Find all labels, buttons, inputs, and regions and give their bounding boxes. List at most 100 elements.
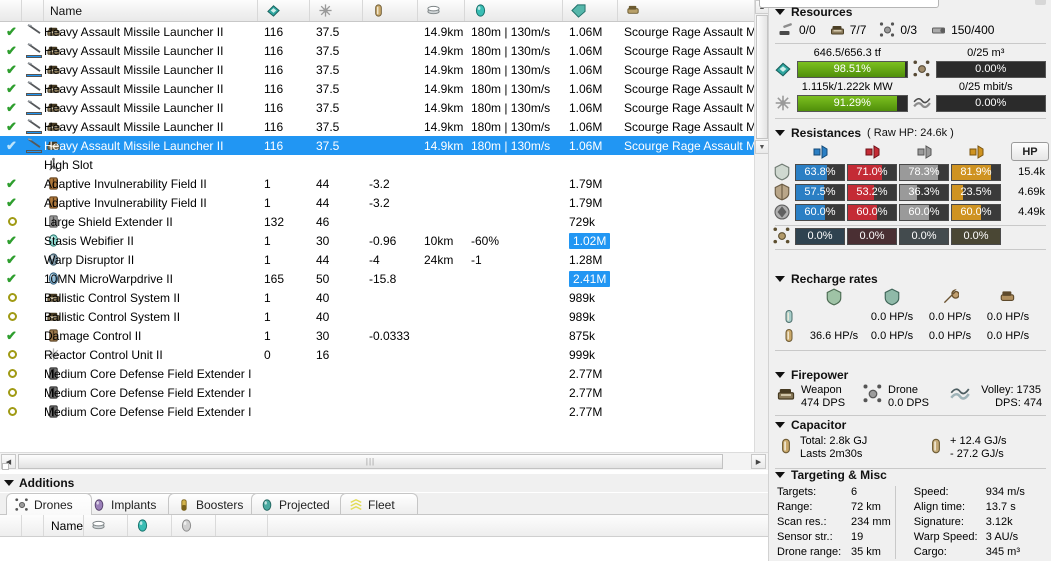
- collapse-triangle-icon[interactable]: [775, 9, 785, 15]
- module-offline-ring-icon[interactable]: [8, 388, 17, 397]
- column-header-label: Name: [50, 3, 83, 18]
- column-header-cpu[interactable]: [258, 0, 310, 21]
- module-active-check-icon[interactable]: ✔: [6, 253, 19, 266]
- module-row[interactable]: High Slot: [0, 155, 768, 174]
- module-active-check-icon[interactable]: ✔: [6, 177, 19, 190]
- horizontal-scroll-thumb[interactable]: |||: [18, 454, 723, 469]
- module-row[interactable]: Large Shield Extender II 132 46 729k: [0, 212, 768, 231]
- module-row[interactable]: ✔ Heavy Assault Missile Launcher II 116 37.…: [0, 98, 768, 117]
- drones-list[interactable]: [0, 537, 768, 561]
- module-active-check-icon[interactable]: ✔: [6, 139, 19, 152]
- module-charge-indicator-icon[interactable]: [26, 62, 42, 77]
- drones-column-header-name[interactable]: Name: [44, 515, 84, 536]
- cell-range: 14.9km: [424, 24, 464, 39]
- module-charge-indicator-icon[interactable]: [26, 81, 42, 96]
- module-offline-ring-icon[interactable]: [8, 369, 17, 378]
- module-charge-indicator-icon[interactable]: [26, 24, 42, 39]
- module-list-vertical-scrollbar[interactable]: ▲ ▼: [754, 0, 769, 452]
- cell-powergrid: 37.5: [316, 24, 340, 39]
- cell-price: 1.28M: [569, 252, 603, 267]
- module-charge-indicator-icon[interactable]: [26, 138, 42, 153]
- module-active-check-icon[interactable]: ✔: [6, 120, 19, 133]
- module-active-check-icon[interactable]: ✔: [6, 63, 19, 76]
- module-row[interactable]: ✔ Adaptive Invulnerability Field II 1 44 -3.…: [0, 193, 768, 212]
- module-charge-indicator-icon[interactable]: [26, 100, 42, 115]
- module-row[interactable]: Ballistic Control System II 1 40 989k: [0, 288, 768, 307]
- resistances-section-header[interactable]: Resistances ( Raw HP: 24.6k ): [769, 126, 1051, 140]
- column-header-capacitor[interactable]: [363, 0, 418, 21]
- module-row[interactable]: ✔ Warp Disruptor II 1 44 -4 24km -1 1.28M: [0, 250, 768, 269]
- capacitor-section-header[interactable]: Capacitor: [769, 418, 1051, 432]
- module-row[interactable]: Medium Core Defense Field Extender I 2.77…: [0, 402, 768, 421]
- module-list[interactable]: ✔ Heavy Assault Missile Launcher II 116 37.…: [0, 22, 768, 452]
- additions-tabbar[interactable]: Drones Implants Boosters Projected Fleet: [0, 493, 768, 515]
- column-header-name[interactable]: Name: [44, 0, 258, 21]
- scroll-down-icon[interactable]: ▼: [755, 140, 769, 154]
- module-row[interactable]: ✔ Stasis Webifier II 1 30 -0.96 10km -60% 1.02M: [0, 231, 768, 250]
- collapse-triangle-icon[interactable]: [775, 130, 785, 136]
- collapse-triangle-icon[interactable]: [775, 276, 785, 282]
- module-offline-ring-icon[interactable]: [8, 217, 17, 226]
- module-list-horizontal-scrollbar[interactable]: ◀ ||| ▶: [0, 452, 768, 470]
- drones-column-header-blank[interactable]: [22, 515, 44, 536]
- module-charge-indicator-icon[interactable]: [26, 43, 42, 58]
- module-offline-ring-icon[interactable]: [8, 407, 17, 416]
- scroll-right-icon[interactable]: ▶: [751, 454, 766, 469]
- collapse-triangle-icon[interactable]: [775, 372, 785, 378]
- column-header-range[interactable]: [418, 0, 465, 21]
- drones-column-header-state[interactable]: [0, 515, 22, 536]
- module-row[interactable]: ✔ Heavy Assault Missile Launcher II 116 37.…: [0, 79, 768, 98]
- module-active-check-icon[interactable]: ✔: [6, 329, 19, 342]
- tab-projected[interactable]: Projected: [251, 493, 349, 515]
- targeting-section-header[interactable]: Targeting & Misc: [769, 468, 1051, 482]
- resources-section-header[interactable]: Resources: [769, 5, 1051, 19]
- column-header-powergrid[interactable]: [310, 0, 363, 21]
- module-offline-ring-icon[interactable]: [8, 293, 17, 302]
- module-row[interactable]: ✔ Heavy Assault Missile Launcher II 116 37.…: [0, 41, 768, 60]
- firepower-section-header[interactable]: Firepower: [769, 368, 1051, 382]
- module-offline-ring-icon[interactable]: [8, 350, 17, 359]
- column-header-falloff[interactable]: [465, 0, 563, 21]
- tab-boosters[interactable]: Boosters: [168, 493, 260, 515]
- module-active-check-icon[interactable]: ✔: [6, 196, 19, 209]
- module-row[interactable]: Reactor Control Unit II 0 16 999k: [0, 345, 768, 364]
- drones-column-header-dps[interactable]: [128, 515, 172, 536]
- module-active-check-icon[interactable]: ✔: [6, 82, 19, 95]
- module-row[interactable]: ✔ Heavy Assault Missile Launcher II 116 37.…: [0, 22, 768, 41]
- module-row[interactable]: ✔ Damage Control II 1 30 -0.0333 875k: [0, 326, 768, 345]
- module-active-check-icon[interactable]: ✔: [6, 234, 19, 247]
- collapse-triangle-icon[interactable]: [775, 422, 785, 428]
- collapse-triangle-icon[interactable]: [775, 472, 785, 478]
- column-header-ammo[interactable]: [618, 0, 768, 21]
- resistance-bar: 63.8%: [795, 163, 845, 181]
- module-active-check-icon[interactable]: ✔: [6, 44, 19, 57]
- column-header-price[interactable]: [563, 0, 618, 21]
- module-row[interactable]: Ballistic Control System II 1 40 989k: [0, 307, 768, 326]
- module-active-check-icon[interactable]: ✔: [6, 272, 19, 285]
- module-active-check-icon[interactable]: ✔: [6, 101, 19, 114]
- column-header-state[interactable]: [0, 0, 22, 21]
- module-row[interactable]: ✔ Adaptive Invulnerability Field II 1 44 -3.…: [0, 174, 768, 193]
- module-row[interactable]: ✔ Heavy Assault Missile Launcher II 116 37.…: [0, 117, 768, 136]
- drones-column-header-speed[interactable]: [172, 515, 216, 536]
- vertical-scroll-thumb[interactable]: [756, 15, 768, 139]
- module-charge-indicator-icon[interactable]: [26, 119, 42, 134]
- hp-toggle-button[interactable]: HP: [1011, 142, 1049, 161]
- module-row[interactable]: ✔ 10MN MicroWarpdrive II 165 50 -15.8 2.41M: [0, 269, 768, 288]
- collapse-triangle-icon[interactable]: [4, 480, 14, 486]
- column-header-online[interactable]: [22, 0, 44, 21]
- resize-handle[interactable]: [2, 463, 9, 470]
- module-row[interactable]: Medium Core Defense Field Extender I 2.77…: [0, 364, 768, 383]
- tab-drones[interactable]: Drones: [6, 493, 92, 515]
- module-row[interactable]: Medium Core Defense Field Extender I 2.77…: [0, 383, 768, 402]
- module-row[interactable]: ✔ Heavy Assault Missile Launcher II 116 37.…: [0, 60, 768, 79]
- recharge-section-header[interactable]: Recharge rates: [769, 272, 1051, 286]
- drones-column-header-qty[interactable]: [84, 515, 128, 536]
- module-row[interactable]: ✔ Heavy Assault Missile Launcher II 116 37.…: [0, 136, 768, 155]
- tab-fleet[interactable]: Fleet: [340, 493, 418, 515]
- module-active-check-icon[interactable]: ✔: [6, 25, 19, 38]
- additions-section-header[interactable]: Additions: [0, 474, 768, 492]
- drones-column-header-rest[interactable]: [216, 515, 268, 536]
- module-offline-ring-icon[interactable]: [8, 312, 17, 321]
- tab-implants[interactable]: Implants: [83, 493, 177, 515]
